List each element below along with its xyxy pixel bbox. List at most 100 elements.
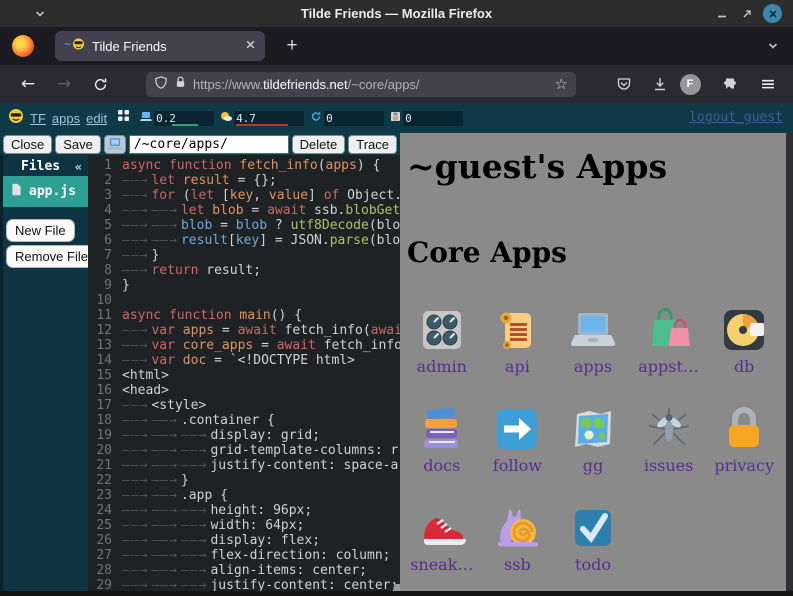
url-text: https://www.tildefriends.net/~core/apps/	[193, 77, 549, 92]
code-line: 22——→——→}	[88, 473, 400, 488]
app-admin[interactable]: admin	[406, 293, 478, 389]
code-text: ——→——→——→align-items: center;	[122, 563, 367, 578]
files-panel-header: Files «	[3, 159, 88, 174]
firefox-logo-icon	[12, 35, 34, 62]
window-titlebar: Tilde Friends — Mozilla Firefox	[0, 0, 793, 27]
close-window-button[interactable]	[763, 4, 782, 23]
snail-icon	[493, 504, 541, 552]
titlebar-chevron-down-icon[interactable]	[30, 4, 49, 23]
reload-button[interactable]	[88, 72, 112, 96]
code-editor[interactable]: 1async function fetch_info(apps) {2——→le…	[88, 155, 400, 596]
restore-button[interactable]	[737, 4, 756, 23]
code-text: ——→——→let blob = await ssb.blobGet(	[122, 203, 400, 218]
app-docs[interactable]: docs	[406, 392, 478, 488]
code-line: 6——→——→result[key] = JSON.parse(blo	[88, 233, 400, 248]
line-number: 25	[88, 518, 122, 533]
app-todo[interactable]: todo	[557, 491, 629, 587]
remove-file-button[interactable]: Remove File	[6, 245, 97, 268]
url-bar[interactable]: https://www.tildefriends.net/~core/apps/…	[146, 72, 576, 97]
line-number: 7	[88, 248, 122, 263]
code-line: 10	[88, 293, 400, 308]
menu-hamburger-icon[interactable]: ≡	[756, 72, 780, 96]
app-label: api	[505, 357, 530, 376]
app-sneak[interactable]: sneak…	[406, 491, 478, 587]
bookmark-star-icon[interactable]: ☆	[555, 76, 568, 94]
shopping-bags-icon	[645, 306, 693, 354]
code-text: ——→var core_apps = await fetch_info	[122, 338, 400, 353]
code-line: 12——→var apps = await fetch_info(awai	[88, 323, 400, 338]
save-button[interactable]: Save	[55, 135, 101, 154]
code-line: 26——→——→——→display: flex;	[88, 533, 400, 548]
downloads-icon[interactable]	[648, 72, 672, 96]
forward-button[interactable]: →	[52, 72, 76, 96]
code-text: <head>	[122, 383, 169, 398]
logout-guest-link[interactable]: logout_guest	[689, 110, 783, 125]
app-issues[interactable]: issues	[633, 392, 705, 488]
svg-text:~: ~	[64, 37, 71, 51]
core-apps-heading: Core Apps	[407, 236, 567, 269]
new-tab-button[interactable]: +	[281, 35, 303, 57]
line-number: 16	[88, 383, 122, 398]
line-number: 24	[88, 503, 122, 518]
list-all-tabs-chevron-icon[interactable]	[767, 39, 779, 57]
path-input[interactable]: /~core/apps/	[129, 135, 289, 154]
line-number: 9	[88, 278, 122, 293]
app-label: gg	[583, 456, 603, 475]
app-label: issues	[644, 456, 694, 475]
laptop-icon	[569, 306, 617, 354]
shield-icon[interactable]	[154, 75, 168, 95]
line-number: 26	[88, 533, 122, 548]
code-text: ——→return result;	[122, 263, 261, 278]
close-button[interactable]: Close	[3, 135, 52, 154]
tab-tilde-friends[interactable]: ~ Tilde Friends	[55, 31, 265, 61]
app-label: todo	[575, 555, 611, 574]
app-appst[interactable]: appst…	[633, 293, 705, 389]
code-text: async function fetch_info(apps) {	[122, 158, 380, 173]
tf-apps-link[interactable]: apps	[52, 111, 80, 126]
lock-icon[interactable]	[174, 75, 187, 94]
minimize-button[interactable]	[712, 4, 731, 23]
file-item-appjs[interactable]: app.js	[3, 176, 88, 207]
tab-close-icon[interactable]	[245, 37, 256, 55]
grid-icon[interactable]	[117, 109, 130, 127]
back-button[interactable]: ←	[16, 72, 40, 96]
code-text: ——→var doc = `<!DOCTYPE html>	[122, 353, 355, 368]
line-number: 5	[88, 218, 122, 233]
tf-home-link[interactable]: TF	[30, 111, 46, 126]
collapse-sidebar-icon[interactable]: «	[75, 160, 82, 174]
line-number: 18	[88, 413, 122, 428]
code-line: 4——→——→let blob = await ssb.blobGet(	[88, 203, 400, 218]
new-file-button[interactable]: New File	[6, 219, 75, 242]
pocket-icon[interactable]	[612, 72, 636, 96]
line-number: 4	[88, 203, 122, 218]
laptop-icon-button[interactable]	[104, 135, 126, 154]
trace-button[interactable]: Trace	[348, 135, 397, 154]
code-line: 27——→——→——→flex-direction: column;	[88, 548, 400, 563]
floppy-mini-icon	[390, 109, 401, 127]
app-db[interactable]: db	[708, 293, 780, 389]
code-text: <html>	[122, 368, 169, 383]
extensions-puzzle-icon[interactable]	[720, 72, 744, 96]
line-number: 10	[88, 293, 122, 308]
code-line: 20——→——→——→grid-template-columns: r	[88, 443, 400, 458]
app-apps[interactable]: apps	[557, 293, 629, 389]
app-privacy[interactable]: privacy	[708, 392, 780, 488]
code-text: async function main() {	[122, 308, 302, 323]
minidisc-icon	[720, 306, 768, 354]
app-api[interactable]: api	[481, 293, 553, 389]
cpu-meter: 0.2	[140, 109, 214, 127]
account-avatar[interactable]: F	[678, 72, 702, 96]
browser-window: Tilde Friends — Mozilla Firefox ~ Tilde …	[0, 0, 793, 596]
app-label: ssb	[504, 555, 531, 574]
code-line: 14——→var doc = `<!DOCTYPE html>	[88, 353, 400, 368]
vertical-scrollbar[interactable]	[786, 133, 793, 596]
app-gg[interactable]: gg	[557, 392, 629, 488]
code-line: 24——→——→——→height: 96px;	[88, 503, 400, 518]
delete-button[interactable]: Delete	[292, 135, 346, 154]
arrow-right-icon	[493, 405, 541, 453]
tab-favicon-icon: ~	[64, 37, 85, 56]
tf-edit-link[interactable]: edit	[86, 111, 107, 126]
app-follow[interactable]: follow	[481, 392, 553, 488]
line-number: 13	[88, 338, 122, 353]
app-ssb[interactable]: ssb	[481, 491, 553, 587]
